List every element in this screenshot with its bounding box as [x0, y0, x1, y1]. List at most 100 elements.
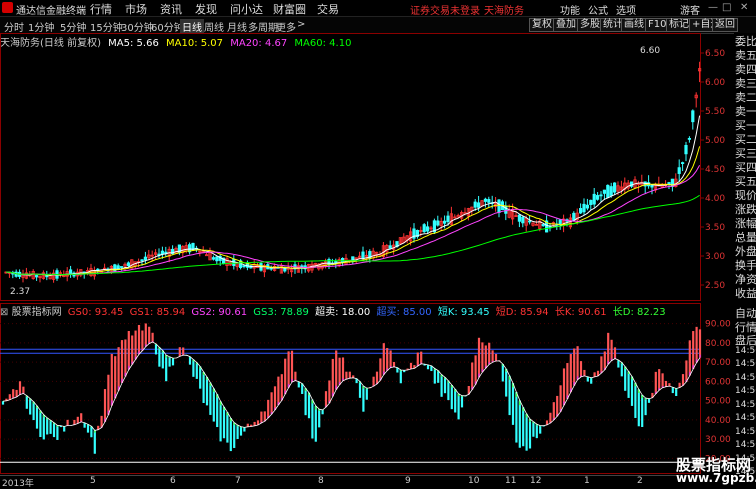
y-tick-label: 6.50 [705, 49, 725, 59]
date-axis: 2013年 5 6 7 8 9 10 11 12 1 2 [0, 475, 680, 489]
candle-body [120, 266, 124, 268]
candle-body [609, 186, 613, 196]
candle-body [684, 144, 688, 155]
high-price-label: 6.60 [640, 46, 660, 56]
date-label: 8 [318, 476, 324, 486]
candle-body [497, 199, 501, 213]
ma10-line [5, 146, 701, 276]
tick-time-item: 14:56 [735, 399, 756, 410]
candle-body [528, 220, 532, 223]
login-warning[interactable]: 证券交易未登录 [410, 2, 480, 17]
candle-body [211, 257, 215, 260]
menu-faxian[interactable]: 发现 [195, 1, 217, 17]
quote-item: 收益 [735, 287, 756, 300]
app-title: 通达信金融终端 [16, 6, 86, 17]
menu-hangqing[interactable]: 行情 [90, 1, 112, 17]
candle-body [140, 259, 144, 262]
candle-body [579, 208, 583, 214]
date-label: 11 [505, 476, 517, 486]
y-tick-label: 2.50 [705, 281, 725, 291]
watermark-url: www.7gpzb.com [676, 471, 756, 485]
date-label: 2 [637, 476, 643, 486]
period-monthly[interactable]: 月线 [227, 19, 247, 34]
indicator-y-axis: 90.0080.0070.0060.0050.0040.0030.0020.00 [705, 320, 731, 465]
tick-time-item: 14:56 [735, 440, 756, 450]
low-price-label: 2.37 [10, 287, 30, 297]
candle-body [558, 219, 562, 226]
close-icon[interactable]: ✕ [740, 2, 748, 13]
gs0-label: GS0: 93.45 [67, 307, 124, 318]
candle-body [677, 167, 681, 174]
date-label: 2013年 [2, 479, 34, 489]
menu-gongshi[interactable]: 公式 [588, 2, 608, 17]
period-15min[interactable]: 15分钟 [90, 19, 123, 34]
ind-y-tick-label: 80.00 [705, 339, 731, 349]
maximize-icon[interactable]: □ [722, 2, 731, 13]
menu-youke[interactable]: 游客 [680, 2, 700, 17]
date-label: 6 [170, 476, 176, 486]
period-60min[interactable]: 60分钟 [151, 19, 184, 34]
ind-y-tick-label: 60.00 [705, 377, 731, 387]
candle-body [483, 198, 488, 202]
ind-y-tick-label: 70.00 [705, 358, 731, 368]
long-k-label: 长K: 90.61 [554, 307, 607, 318]
right-quote-panel: 委比 卖五 卖四 卖三 卖二 卖一 买一 买二 买三 买四 买五 现价 涨跌 涨幅 总量 外盘 换手 净资 收益 自… [734, 33, 756, 477]
btn-diejia[interactable]: 叠加 [553, 18, 579, 32]
period-daily[interactable]: 日线 [180, 19, 204, 34]
period-multi[interactable]: 多周期 [248, 19, 278, 34]
candle-body [681, 162, 685, 164]
period-1min[interactable]: 1分钟 [28, 19, 54, 34]
btn-fanhui[interactable]: 返回 [712, 18, 738, 32]
ind-y-tick-label: 90.00 [705, 320, 731, 330]
indicator-frame [0, 303, 701, 474]
y-tick-label: 5.50 [705, 107, 725, 117]
overbought-label: 超买: 85.00 [376, 307, 432, 318]
candle-body [126, 262, 130, 267]
short-d-label: 短D: 85.94 [495, 307, 549, 318]
period-more[interactable]: 更多 [276, 19, 296, 34]
menu-gongneng[interactable]: 功能 [560, 2, 580, 17]
menu-shichang[interactable]: 市场 [125, 1, 147, 17]
minimize-icon[interactable]: — [708, 2, 718, 13]
date-label: 5 [90, 476, 96, 486]
date-label: 12 [530, 476, 542, 486]
indicator-name: 股票指标网 [11, 307, 62, 318]
tick-time-item: 14:56 [735, 372, 756, 383]
tick-time-item: 14:56 [735, 426, 756, 437]
ind-y-tick-label: 30.00 [705, 435, 731, 445]
btn-fuquan[interactable]: 复权 [529, 18, 555, 32]
period-30min[interactable]: 30分钟 [121, 19, 154, 34]
menu-wenxiaoda[interactable]: 问小达 [230, 1, 263, 17]
menu-caifuquan[interactable]: 财富圈 [273, 1, 306, 17]
short-k-label: 短K: 93.45 [437, 307, 490, 318]
candle-body [541, 224, 545, 227]
candle-body [596, 195, 600, 200]
more-arrow-icon[interactable]: > [297, 19, 305, 30]
candle-body [487, 199, 491, 203]
period-5min[interactable]: 5分钟 [60, 19, 86, 34]
candle-body [667, 182, 671, 185]
menu-jiaoyi[interactable]: 交易 [317, 1, 339, 17]
y-tick-label: 3.00 [705, 252, 725, 262]
y-tick-label: 3.50 [705, 223, 725, 233]
period-weekly[interactable]: 周线 [204, 19, 224, 34]
tick-time-item: 14:56 [735, 386, 756, 396]
chart-area[interactable]: 6.50 6.00 5.50 5.00 4.50 4.00 3.50 3.00 2.50 90.… [0, 33, 734, 475]
gs2-label: GS2: 90.61 [191, 307, 248, 318]
candle-body [164, 251, 168, 254]
indicator-close-icon[interactable]: ⊠ [0, 307, 8, 318]
candle-body [446, 215, 450, 223]
tick-time-item: 14:56 [735, 413, 756, 423]
candle-body [517, 214, 522, 222]
candlesticks [4, 61, 702, 283]
y-tick-label: 5.00 [705, 136, 725, 146]
period-toolbar: 分时 1分钟 5分钟 15分钟 30分钟 60分钟 日线 周线 月线 多周期 更… [0, 17, 756, 34]
btn-huaxian[interactable]: 画线 [621, 18, 647, 32]
candle-body [582, 203, 586, 213]
gs1-label: GS1: 85.94 [129, 307, 186, 318]
menu-zixun[interactable]: 资讯 [160, 1, 182, 17]
candle-body [589, 199, 593, 206]
period-fenshi[interactable]: 分时 [4, 19, 24, 34]
menu-xuanxiang[interactable]: 选项 [616, 2, 636, 17]
tick-time-item: 14:56 [735, 345, 756, 356]
